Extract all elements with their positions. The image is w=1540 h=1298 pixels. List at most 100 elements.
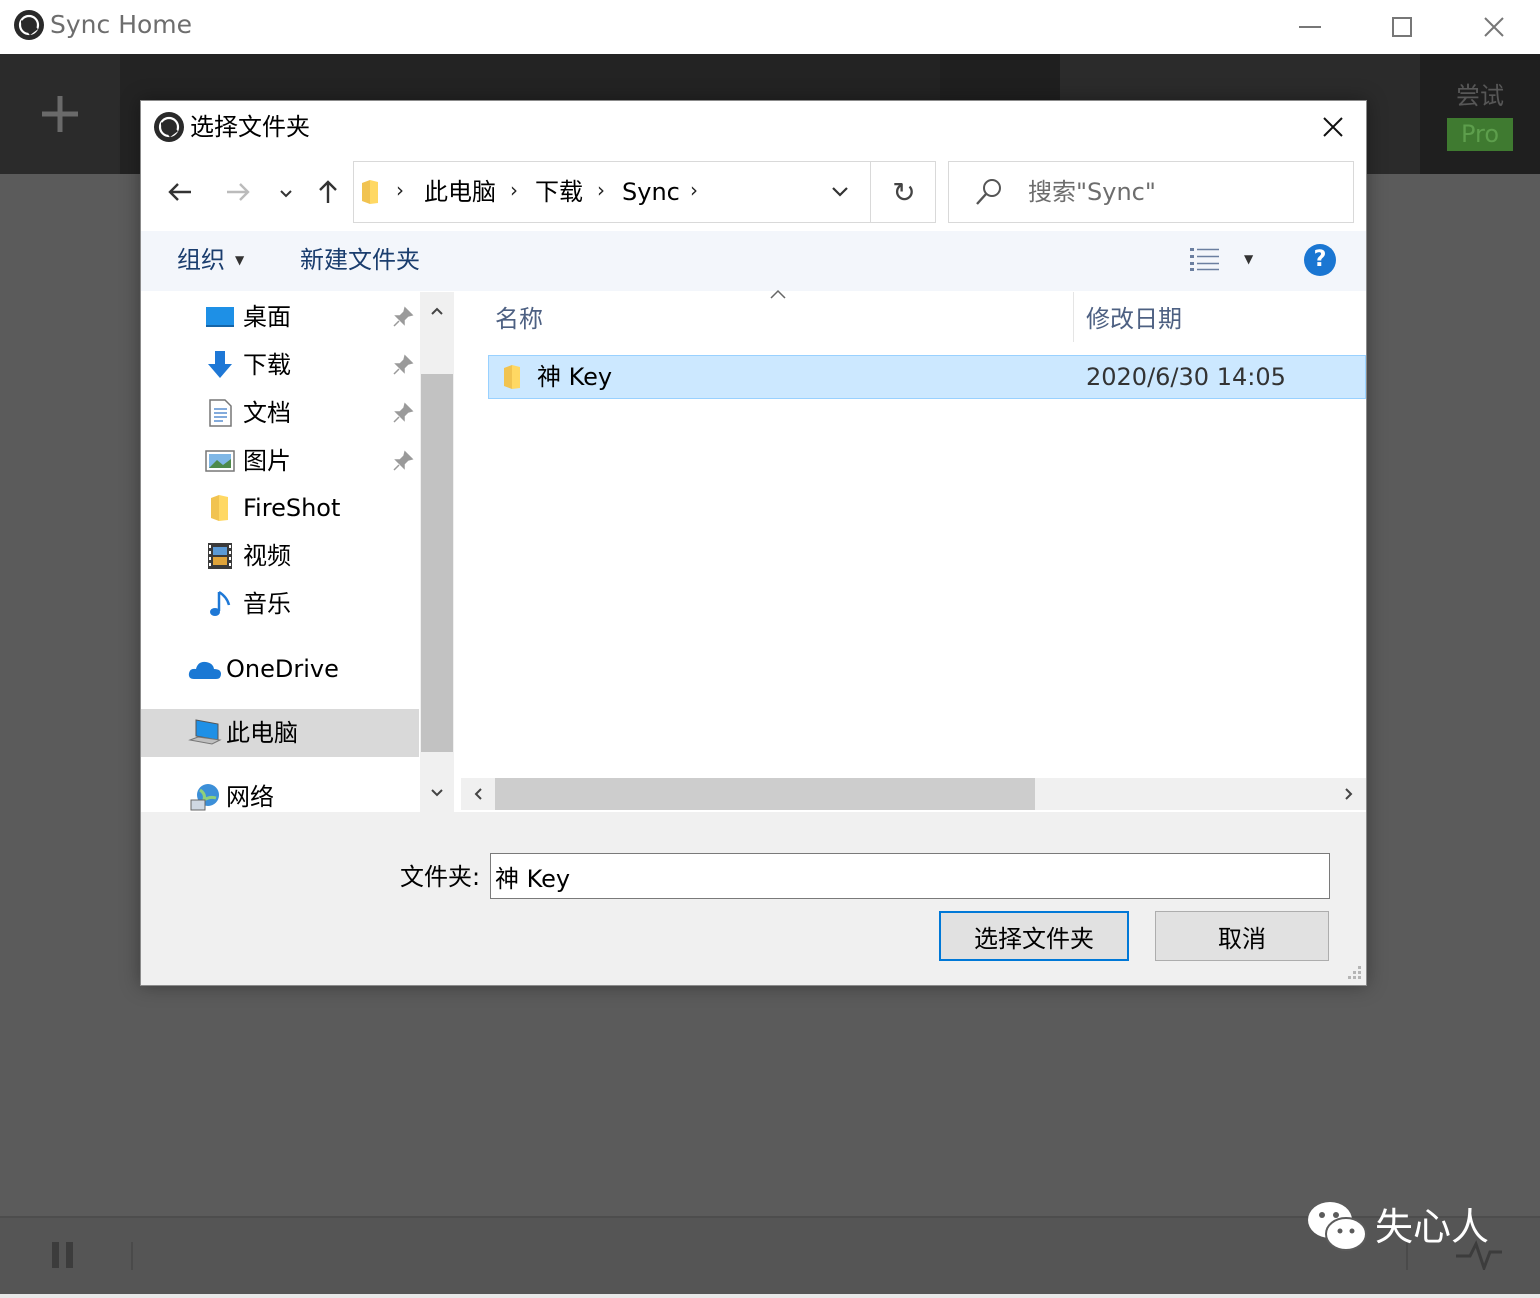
breadcrumb-separator[interactable]: › (690, 178, 698, 202)
pin-icon[interactable] (392, 402, 414, 424)
up-button[interactable] (308, 172, 348, 212)
folder-icon (211, 495, 228, 521)
pin-icon[interactable] (392, 306, 414, 328)
document-icon (209, 399, 232, 427)
organize-label: 组织 (177, 246, 225, 274)
window-close-button[interactable] (1448, 0, 1540, 54)
chevron-down-icon (832, 187, 848, 197)
caret-down-icon: ▼ (235, 253, 245, 267)
breadcrumb-separator[interactable]: › (510, 178, 518, 202)
maximize-icon (1392, 17, 1412, 37)
arrow-up-icon (319, 180, 337, 203)
address-divider (870, 162, 871, 222)
window-bottom-edge (0, 1294, 1540, 1298)
scroll-down-button[interactable] (420, 778, 454, 808)
organize-button[interactable]: 组织 ▼ (177, 244, 244, 276)
video-icon (208, 543, 232, 569)
desktop-icon (206, 307, 234, 327)
this-pc-icon (188, 719, 222, 745)
nav-scrollbar-thumb[interactable] (421, 374, 453, 752)
nav-item-label: FireShot (243, 494, 341, 522)
maximize-button[interactable] (1356, 0, 1448, 54)
nav-item-label: OneDrive (226, 655, 339, 683)
minimize-icon (1299, 26, 1321, 28)
breadcrumb-item-this-pc[interactable]: 此电脑 (424, 176, 496, 208)
nav-item-pictures[interactable]: 图片 (205, 437, 291, 485)
nav-item-downloads[interactable]: 下载 (205, 341, 291, 389)
file-row-date[interactable]: 2020/6/30 14:05 (1086, 361, 1286, 393)
try-pro-area[interactable] (1420, 54, 1540, 174)
column-divider[interactable] (1073, 292, 1074, 342)
download-icon (208, 351, 232, 378)
breadcrumb-separator[interactable]: › (597, 178, 605, 202)
sort-ascending-icon (770, 289, 786, 299)
pictures-icon (205, 450, 235, 472)
chevron-up-icon (431, 307, 443, 315)
onedrive-icon (188, 661, 221, 679)
folder-icon (362, 180, 378, 204)
chevron-left-icon (474, 788, 482, 800)
new-folder-button[interactable]: 新建文件夹 (300, 244, 420, 276)
horizontal-scrollbar-thumb[interactable] (495, 778, 1035, 810)
nav-item-label: 文档 (243, 399, 291, 427)
nav-item-this-pc[interactable]: 此电脑 (188, 709, 298, 757)
search-icon (976, 179, 1001, 205)
breadcrumb-separator[interactable]: › (396, 178, 404, 202)
nav-item-fireshot[interactable]: FireShot (205, 484, 340, 532)
chevron-right-icon (1345, 788, 1353, 800)
sync-logo-icon (154, 112, 184, 142)
folder-name-input[interactable] (490, 853, 1330, 899)
back-button[interactable] (160, 172, 200, 212)
cancel-button[interactable]: 取消 (1155, 911, 1329, 961)
nav-item-label: 视频 (243, 542, 291, 570)
resize-grip-icon[interactable] (1344, 964, 1364, 984)
pin-icon[interactable] (392, 354, 414, 376)
forward-button[interactable] (218, 172, 258, 212)
network-icon (190, 784, 219, 811)
address-dropdown-button[interactable] (820, 170, 860, 214)
column-header-name[interactable]: 名称 (495, 303, 543, 335)
minimize-button[interactable] (1264, 0, 1356, 54)
scroll-left-button[interactable] (463, 778, 493, 810)
pin-icon[interactable] (392, 450, 414, 472)
close-icon (1323, 117, 1343, 137)
try-label: 尝试 (1456, 82, 1504, 110)
plus-icon (42, 96, 78, 132)
nav-item-desktop[interactable]: 桌面 (205, 293, 291, 341)
nav-item-label: 此电脑 (226, 719, 298, 747)
close-icon (1484, 17, 1504, 37)
nav-item-label: 音乐 (243, 590, 291, 618)
scroll-right-button[interactable] (1334, 778, 1364, 810)
add-folder-button[interactable] (0, 54, 120, 174)
pause-icon[interactable] (52, 1242, 74, 1268)
dialog-title: 选择文件夹 (190, 113, 310, 141)
search-placeholder[interactable]: 搜索"Sync" (1028, 177, 1156, 207)
dialog-close-button[interactable] (1310, 104, 1356, 150)
nav-item-label: 网络 (226, 783, 274, 811)
file-row-name[interactable]: 神 Key (537, 361, 612, 393)
arrow-left-icon (168, 183, 191, 201)
app-title: Sync Home (50, 10, 193, 39)
folder-icon (504, 365, 520, 389)
nav-item-videos[interactable]: 视频 (205, 532, 291, 580)
nav-item-onedrive[interactable]: OneDrive (188, 645, 339, 693)
breadcrumb-item-downloads[interactable]: 下载 (535, 176, 583, 208)
column-header-date[interactable]: 修改日期 (1086, 303, 1182, 335)
caret-down-icon: ▼ (1244, 252, 1254, 266)
scroll-up-button[interactable] (420, 296, 454, 326)
breadcrumb-item-sync[interactable]: Sync (622, 176, 680, 208)
recent-locations-button[interactable] (272, 176, 300, 212)
select-folder-button[interactable]: 选择文件夹 (939, 911, 1129, 961)
nav-item-label: 桌面 (243, 303, 291, 331)
arrow-right-icon (227, 183, 250, 201)
help-button[interactable]: ? (1304, 244, 1336, 276)
change-view-button[interactable]: ▼ (1190, 246, 1253, 272)
nav-item-music[interactable]: 音乐 (205, 580, 291, 628)
nav-item-documents[interactable]: 文档 (205, 389, 291, 437)
details-view-icon (1190, 248, 1219, 271)
pro-badge[interactable]: Pro (1447, 118, 1513, 151)
folder-field-label: 文件夹: (400, 863, 481, 891)
refresh-button[interactable]: ↻ (880, 170, 928, 214)
chevron-down-icon (431, 789, 443, 797)
refresh-icon: ↻ (892, 175, 916, 209)
